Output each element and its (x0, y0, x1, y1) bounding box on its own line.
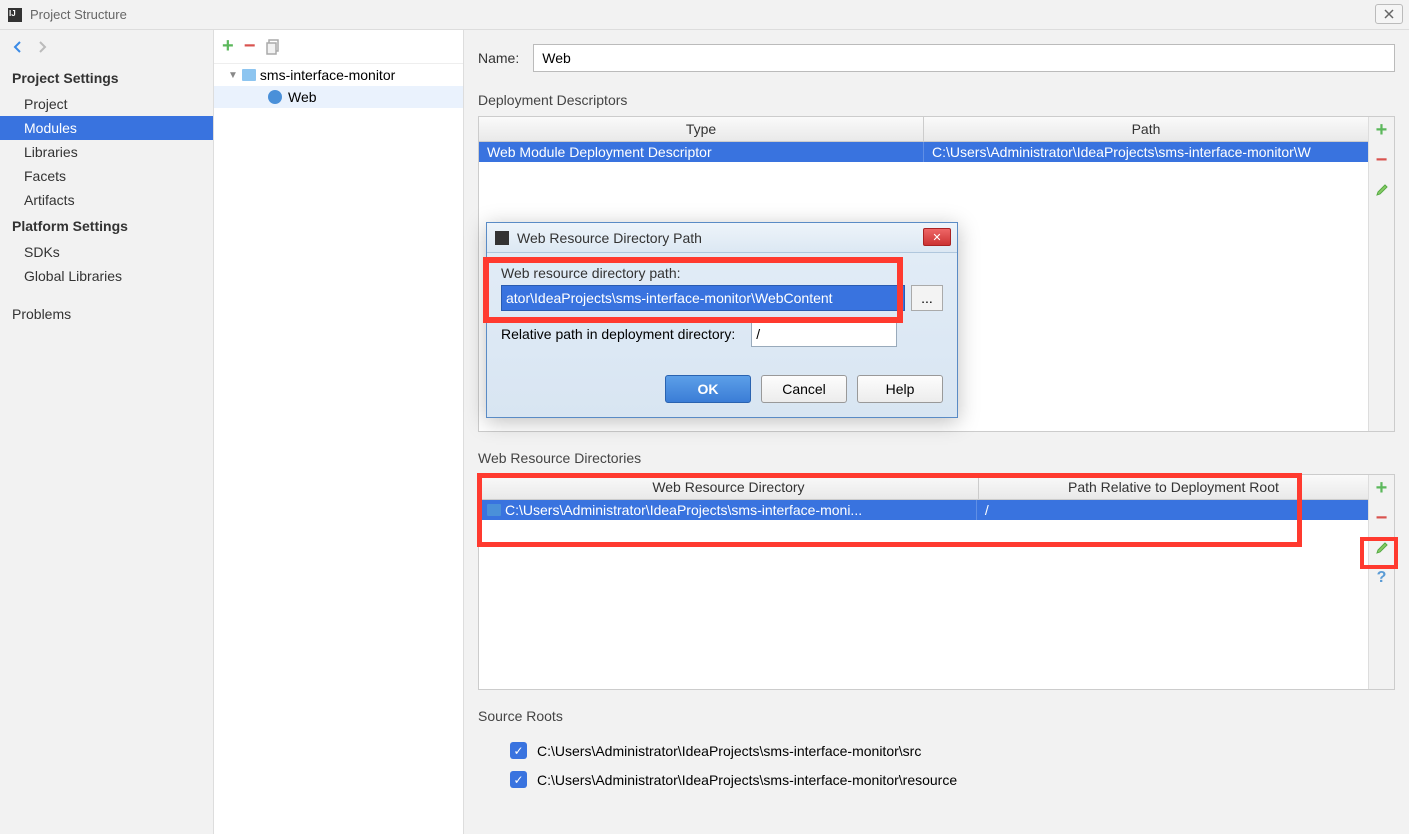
dialog-cancel-button[interactable]: Cancel (761, 375, 847, 403)
wrd-row[interactable]: C:\Users\Administrator\IdeaProjects\sms-… (479, 500, 1368, 520)
settings-sidebar: Project Settings Project Modules Librari… (0, 30, 214, 834)
checkbox-checked-icon[interactable]: ✓ (510, 771, 527, 788)
wrd-row-dir-text: C:\Users\Administrator\IdeaProjects\sms-… (505, 502, 862, 518)
wrd-row-rel: / (977, 500, 1368, 520)
folder-icon (242, 69, 256, 81)
web-resource-path-dialog: Web Resource Directory Path ✕ Web resour… (486, 222, 958, 418)
wrd-add-button[interactable]: + (1373, 479, 1391, 497)
folder-icon (487, 504, 501, 516)
back-button[interactable] (10, 39, 26, 55)
dd-col-type[interactable]: Type (479, 117, 924, 141)
source-roots-list: ✓ C:\Users\Administrator\IdeaProjects\sm… (478, 732, 1395, 794)
forward-button[interactable] (34, 39, 50, 55)
app-icon (495, 231, 509, 245)
remove-module-button[interactable]: − (244, 35, 256, 58)
wrd-col-rel[interactable]: Path Relative to Deployment Root (979, 475, 1368, 499)
source-root-item[interactable]: ✓ C:\Users\Administrator\IdeaProjects\sm… (478, 765, 1395, 794)
checkbox-checked-icon[interactable]: ✓ (510, 742, 527, 759)
dialog-path-label: Web resource directory path: (501, 265, 943, 281)
dd-row[interactable]: Web Module Deployment Descriptor C:\User… (479, 142, 1368, 162)
dd-row-path: C:\Users\Administrator\IdeaProjects\sms-… (924, 142, 1368, 162)
sidebar-item-libraries[interactable]: Libraries (0, 140, 213, 164)
source-root-path: C:\Users\Administrator\IdeaProjects\sms-… (537, 743, 921, 759)
dialog-browse-button[interactable]: ... (911, 285, 943, 311)
titlebar: Project Structure (0, 0, 1409, 30)
platform-settings-header: Platform Settings (0, 212, 213, 240)
dialog-title-text: Web Resource Directory Path (517, 230, 702, 246)
close-icon (1384, 9, 1394, 19)
sidebar-item-global-libraries[interactable]: Global Libraries (0, 264, 213, 288)
sidebar-item-artifacts[interactable]: Artifacts (0, 188, 213, 212)
dd-col-path[interactable]: Path (924, 117, 1368, 141)
sidebar-item-modules[interactable]: Modules (0, 116, 213, 140)
sidebar-item-problems[interactable]: Problems (0, 302, 213, 326)
expand-icon: ▼ (228, 70, 238, 81)
module-web-label: Web (288, 89, 317, 105)
web-facet-icon (268, 90, 282, 104)
web-resource-directories-label: Web Resource Directories (478, 450, 1395, 466)
module-web-node[interactable]: Web (214, 86, 463, 108)
dialog-relative-label: Relative path in deployment directory: (501, 326, 735, 342)
add-module-button[interactable]: + (222, 35, 234, 58)
wrd-row-dir: C:\Users\Administrator\IdeaProjects\sms-… (479, 500, 977, 520)
source-root-item[interactable]: ✓ C:\Users\Administrator\IdeaProjects\sm… (478, 736, 1395, 765)
dialog-titlebar[interactable]: Web Resource Directory Path ✕ (487, 223, 957, 253)
deployment-descriptors-label: Deployment Descriptors (478, 92, 1395, 108)
sidebar-item-sdks[interactable]: SDKs (0, 240, 213, 264)
dialog-ok-button[interactable]: OK (665, 375, 751, 403)
wrd-remove-button[interactable]: − (1373, 509, 1391, 527)
content-pane: Name: Deployment Descriptors Type Path W… (464, 30, 1409, 834)
window-close-button[interactable] (1375, 4, 1403, 24)
name-input[interactable] (533, 44, 1395, 72)
wrd-col-dir[interactable]: Web Resource Directory (479, 475, 979, 499)
dialog-relative-input[interactable] (751, 321, 897, 347)
dd-edit-button[interactable] (1373, 181, 1391, 199)
name-label: Name: (478, 50, 519, 66)
dialog-close-button[interactable]: ✕ (923, 228, 951, 246)
module-root-node[interactable]: ▼ sms-interface-monitor (214, 64, 463, 86)
module-tree: + − ▼ sms-interface-monitor Web (214, 30, 464, 834)
dialog-path-input[interactable] (501, 285, 905, 311)
sidebar-nav (0, 30, 213, 64)
module-root-label: sms-interface-monitor (260, 67, 395, 83)
module-tree-toolbar: + − (214, 30, 463, 64)
dialog-help-button[interactable]: Help (857, 375, 943, 403)
wrd-edit-button[interactable] (1373, 539, 1391, 557)
source-root-path: C:\Users\Administrator\IdeaProjects\sms-… (537, 772, 957, 788)
pencil-icon (1375, 183, 1389, 197)
project-settings-header: Project Settings (0, 64, 213, 92)
app-icon (8, 8, 22, 22)
dd-remove-button[interactable]: − (1373, 151, 1391, 169)
dd-row-type: Web Module Deployment Descriptor (479, 142, 924, 162)
web-resource-directories-panel: Web Resource Directory Path Relative to … (478, 474, 1395, 690)
source-roots-label: Source Roots (478, 708, 1395, 724)
sidebar-item-facets[interactable]: Facets (0, 164, 213, 188)
pencil-icon (1375, 541, 1389, 555)
sidebar-item-project[interactable]: Project (0, 92, 213, 116)
copy-module-button[interactable] (265, 38, 283, 56)
window-title: Project Structure (30, 7, 127, 22)
dd-add-button[interactable]: + (1373, 121, 1391, 139)
wrd-help-button[interactable]: ? (1373, 569, 1391, 587)
